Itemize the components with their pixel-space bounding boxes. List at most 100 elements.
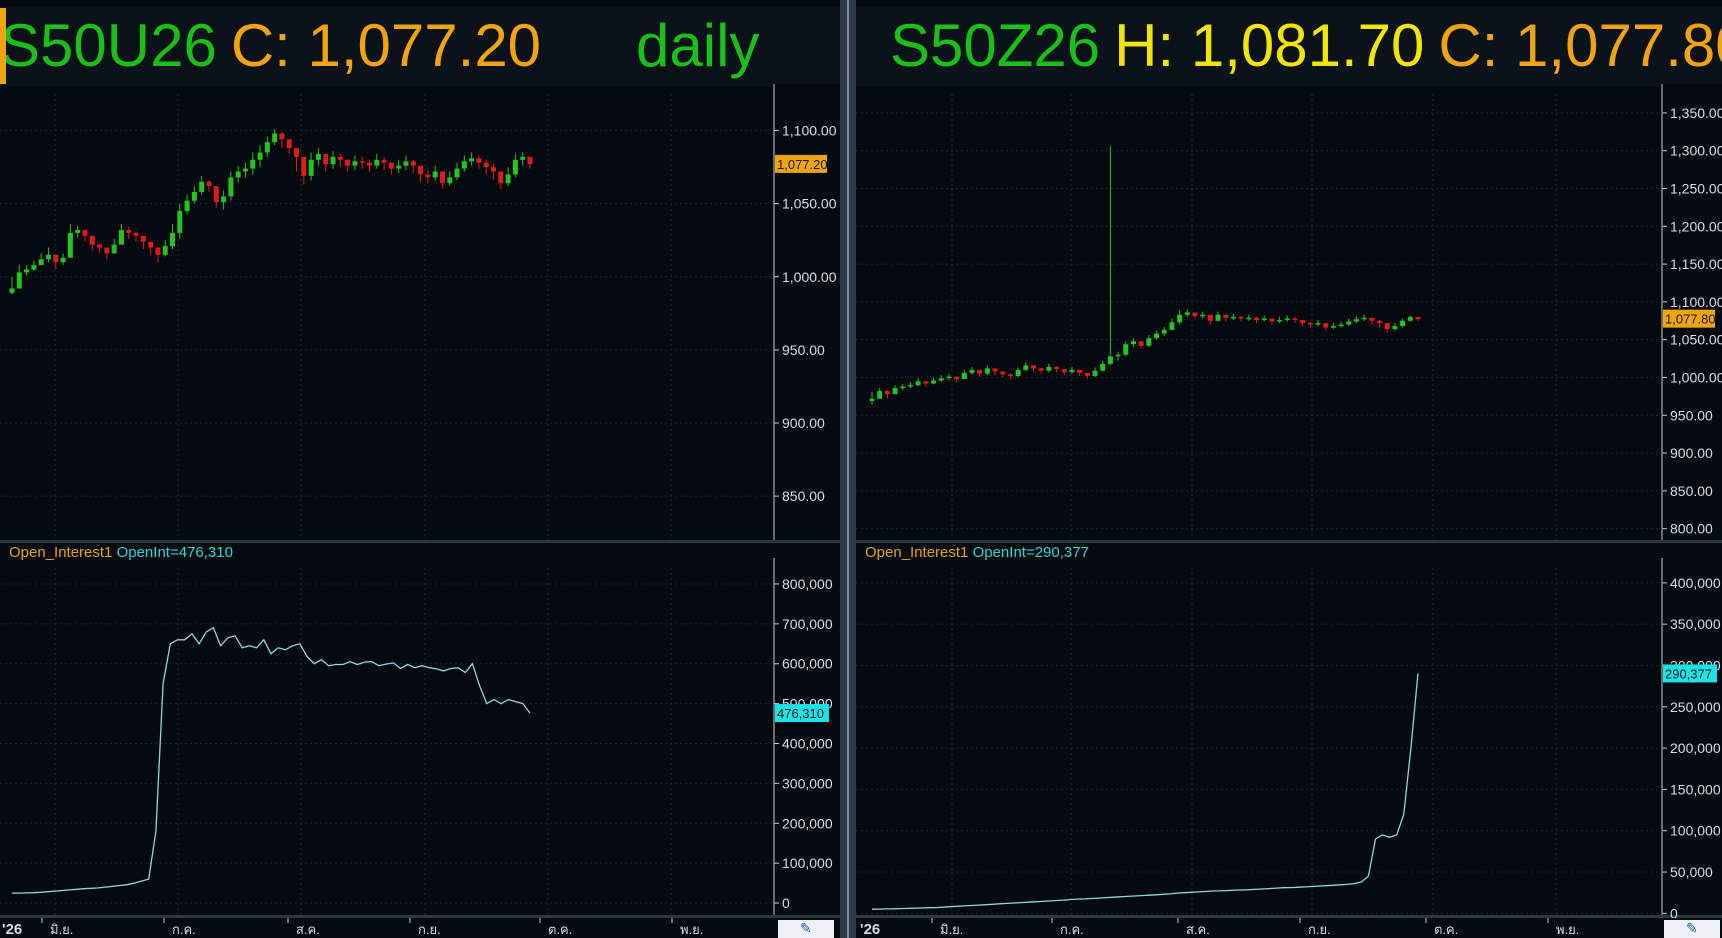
pane-separator bbox=[0, 540, 840, 543]
chart-panel-s50z26[interactable]: S50Z26 H: 1,081.70 C: 1,077.80 1,350.00 1,3… bbox=[856, 0, 1722, 938]
candle-body bbox=[512, 159, 518, 175]
price-tick-label: 1,300.00 bbox=[1670, 143, 1722, 159]
candle-body bbox=[242, 168, 248, 172]
candle-body bbox=[1061, 369, 1067, 373]
candle-body bbox=[1361, 317, 1367, 320]
date-label: พ.ย. bbox=[680, 922, 703, 937]
candle-body bbox=[900, 386, 906, 389]
candle-body bbox=[228, 177, 234, 197]
candle-body bbox=[111, 244, 117, 254]
candle-body bbox=[1284, 318, 1290, 321]
candle-body bbox=[257, 152, 263, 160]
candle-body bbox=[1184, 312, 1190, 315]
candle-body bbox=[1346, 321, 1352, 325]
price-tick-label: 1,000.00 bbox=[782, 269, 837, 285]
candle-body bbox=[1123, 344, 1129, 355]
date-label: มิ.ย. bbox=[940, 922, 963, 937]
price-tick-label: 850.00 bbox=[782, 488, 825, 504]
date-label: พ.ย. bbox=[1556, 922, 1579, 937]
candle-body bbox=[1377, 320, 1383, 324]
candle-body bbox=[170, 232, 176, 247]
candle-body bbox=[388, 162, 394, 169]
oi-tick-label: 150,000 bbox=[1670, 781, 1721, 797]
candle-body bbox=[1000, 371, 1006, 375]
candle-body bbox=[1223, 314, 1229, 318]
price-tick-label: 900.00 bbox=[782, 415, 825, 431]
price-tick-label: 950.00 bbox=[782, 342, 825, 358]
drawing-tool-button[interactable]: ✎ bbox=[1664, 920, 1720, 938]
candle-body bbox=[1054, 366, 1060, 370]
candle-body bbox=[1369, 317, 1375, 321]
candle-body bbox=[961, 372, 967, 379]
candle-body bbox=[1207, 314, 1213, 321]
candle-body bbox=[977, 369, 983, 374]
candle-body bbox=[24, 269, 30, 273]
candle-body bbox=[992, 368, 998, 372]
candle-body bbox=[1261, 318, 1267, 321]
candle-body bbox=[82, 229, 88, 236]
candle-body bbox=[869, 398, 875, 401]
candle-body bbox=[53, 254, 59, 263]
candle-body bbox=[1238, 317, 1244, 319]
candle-body bbox=[1330, 326, 1336, 328]
candle-body bbox=[140, 235, 146, 242]
date-label: ต.ค. bbox=[548, 922, 572, 937]
oi-marker-label: 476,310 bbox=[777, 706, 824, 721]
candle-body bbox=[469, 158, 475, 162]
candle-body bbox=[884, 391, 890, 395]
drawing-tool-button[interactable]: ✎ bbox=[778, 920, 834, 938]
chart-area[interactable]: 1,100.00 1,050.00 1,000.00 950.00 900.00 850.… bbox=[0, 0, 840, 938]
oi-tick-label: 800,000 bbox=[782, 576, 833, 592]
date-label: ก.ค. bbox=[172, 922, 196, 937]
candle-body bbox=[505, 174, 511, 184]
candle-body bbox=[915, 381, 921, 386]
candle-body bbox=[31, 265, 37, 270]
candle-body bbox=[892, 388, 898, 395]
candle-body bbox=[969, 369, 975, 373]
pencil-icon: ✎ bbox=[800, 920, 812, 936]
price-tick-label: 1,250.00 bbox=[1670, 180, 1722, 196]
candle-body bbox=[461, 161, 467, 169]
candle-body bbox=[425, 174, 431, 178]
candle-body bbox=[439, 171, 445, 184]
candle-body bbox=[1015, 369, 1021, 376]
candle-body bbox=[279, 133, 285, 140]
candle-body bbox=[323, 153, 329, 165]
oi-tick-label: 600,000 bbox=[782, 656, 833, 672]
candle-body bbox=[148, 241, 154, 248]
candle-body bbox=[1230, 317, 1236, 319]
candle-body bbox=[272, 133, 278, 143]
candle-body bbox=[1292, 318, 1298, 321]
pane-separator-bottom bbox=[856, 915, 1722, 918]
candle-body bbox=[396, 165, 402, 169]
chart-panel-s50u26[interactable]: S50U26 C: 1,077.20 daily 1,100.00 1,050.00 1… bbox=[0, 0, 840, 938]
oi-axis-strip bbox=[1662, 558, 1722, 915]
date-label: ก.ค. bbox=[1060, 922, 1084, 937]
candle-body bbox=[1269, 318, 1275, 322]
candle-body bbox=[954, 376, 960, 379]
price-tick-label: 1,100.00 bbox=[782, 123, 837, 139]
candle-body bbox=[1353, 319, 1359, 322]
price-tick-label: 850.00 bbox=[1670, 483, 1713, 499]
candle-body bbox=[1038, 368, 1044, 371]
candle-body bbox=[75, 229, 81, 233]
date-label: ก.ย. bbox=[1308, 922, 1331, 937]
oi-tick-label: 0 bbox=[782, 895, 790, 911]
candle-body bbox=[1246, 317, 1252, 320]
price-tick-label: 900.00 bbox=[1670, 445, 1713, 461]
candle-body bbox=[447, 177, 453, 184]
candle-body bbox=[155, 247, 161, 255]
date-label: ส.ค. bbox=[296, 922, 320, 937]
candle-body bbox=[1154, 333, 1160, 339]
candle-body bbox=[250, 159, 256, 169]
date-label: มิ.ย. bbox=[50, 922, 73, 937]
chart-area[interactable]: 1,350.00 1,300.00 1,250.00 1,200.00 1,150.00… bbox=[856, 0, 1722, 938]
candle-body bbox=[1107, 356, 1113, 364]
candle-body bbox=[308, 159, 314, 176]
oi-tick-label: 200,000 bbox=[782, 815, 833, 831]
oi-tick-label: 100,000 bbox=[1670, 823, 1721, 839]
price-tick-label: 1,000.00 bbox=[1670, 369, 1722, 385]
price-tick-label: 1,350.00 bbox=[1670, 105, 1722, 121]
pane-separator bbox=[856, 540, 1722, 543]
price-tick-label: 1,050.00 bbox=[1670, 332, 1722, 348]
